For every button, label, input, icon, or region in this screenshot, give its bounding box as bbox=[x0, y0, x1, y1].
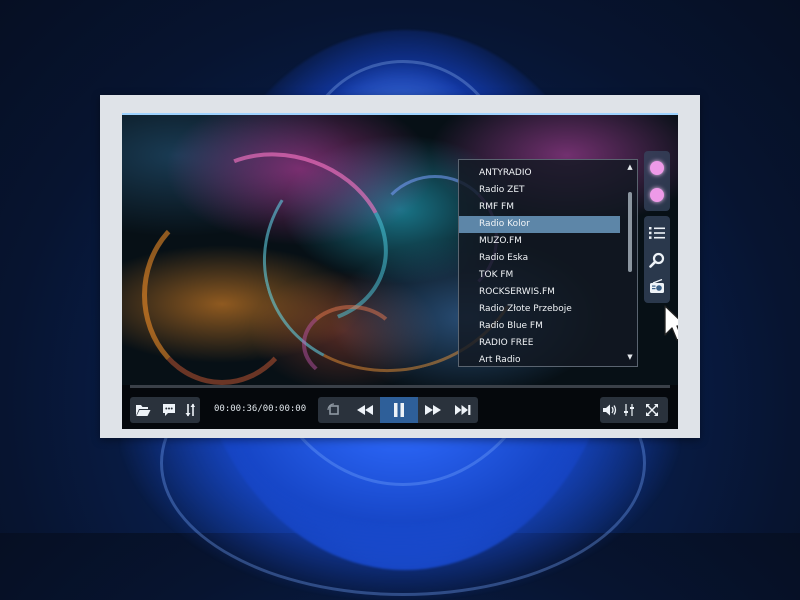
search-icon bbox=[649, 252, 665, 268]
visualization-swirl bbox=[302, 305, 400, 383]
side-dot-button[interactable] bbox=[644, 181, 670, 208]
scroll-up-icon[interactable]: ▲ bbox=[625, 162, 635, 172]
radio-button[interactable] bbox=[644, 273, 670, 300]
radio-icon bbox=[650, 279, 664, 293]
pause-icon bbox=[394, 403, 404, 417]
playlist-item[interactable]: MUZO.FM bbox=[459, 233, 620, 250]
playlist-item[interactable]: Radio Kolor bbox=[459, 216, 620, 233]
scroll-down-icon[interactable]: ▼ bbox=[625, 352, 635, 362]
side-group-bottom bbox=[644, 216, 670, 303]
audio-track-button[interactable] bbox=[182, 397, 198, 423]
pause-button[interactable] bbox=[380, 397, 418, 423]
fullscreen-icon bbox=[646, 404, 658, 416]
playlist-item[interactable]: ROCKSERWIS.FM bbox=[459, 284, 620, 301]
playlist-item[interactable]: Radio Eska bbox=[459, 250, 620, 267]
circle-icon bbox=[650, 187, 664, 202]
stop-button[interactable] bbox=[318, 397, 350, 423]
playlist-item[interactable]: Radio ZET bbox=[459, 182, 620, 199]
control-bar: 00:00:36/00:00:00 bbox=[122, 391, 678, 429]
playlist-item[interactable]: Art Radio bbox=[459, 352, 620, 369]
file-controls bbox=[130, 397, 200, 423]
playlist-button[interactable] bbox=[644, 219, 670, 246]
playlist-icon bbox=[649, 226, 665, 239]
playlist-scrollbar[interactable]: ▲ ▼ bbox=[625, 162, 635, 362]
scrollbar-thumb[interactable] bbox=[628, 192, 632, 272]
visualization-swirl bbox=[142, 205, 302, 385]
side-toolbar bbox=[644, 151, 670, 308]
rewind-button[interactable] bbox=[350, 397, 380, 423]
view-controls bbox=[600, 397, 668, 423]
fullscreen-button[interactable] bbox=[638, 397, 666, 423]
side-dot-button[interactable] bbox=[644, 154, 670, 181]
time-display: 00:00:36/00:00:00 bbox=[214, 404, 307, 414]
equalizer-icon bbox=[624, 404, 634, 416]
forward-button[interactable] bbox=[418, 397, 448, 423]
rewind-icon bbox=[357, 405, 373, 415]
circle-icon bbox=[650, 160, 664, 175]
playlist-item[interactable]: RMF FM bbox=[459, 199, 620, 216]
playlist-panel: ANTYRADIO Radio ZET RMF FM Radio Kolor M… bbox=[458, 159, 638, 367]
open-file-button[interactable] bbox=[130, 397, 156, 423]
equalizer-button[interactable] bbox=[620, 397, 638, 423]
playback-controls bbox=[318, 397, 478, 423]
folder-open-icon bbox=[136, 404, 151, 416]
audio-track-icon bbox=[185, 403, 195, 417]
subtitles-icon bbox=[163, 404, 175, 416]
playlist-item[interactable]: ANTYRADIO bbox=[459, 165, 620, 182]
next-track-icon bbox=[455, 405, 471, 415]
media-player-window: ANTYRADIO Radio ZET RMF FM Radio Kolor M… bbox=[122, 113, 678, 429]
mouse-cursor-icon bbox=[664, 305, 678, 347]
stop-icon bbox=[327, 403, 339, 415]
playlist-list: ANTYRADIO Radio ZET RMF FM Radio Kolor M… bbox=[459, 165, 620, 369]
playlist-item[interactable]: TOK FM bbox=[459, 267, 620, 284]
side-group-top bbox=[644, 151, 670, 211]
playlist-item[interactable]: Radio Blue FM bbox=[459, 318, 620, 335]
subtitles-button[interactable] bbox=[156, 397, 182, 423]
playlist-item[interactable]: Radio Złote Przeboje bbox=[459, 301, 620, 318]
volume-button[interactable] bbox=[600, 397, 620, 423]
playlist-item[interactable]: RADIO FREE bbox=[459, 335, 620, 352]
search-button[interactable] bbox=[644, 246, 670, 273]
next-track-button[interactable] bbox=[448, 397, 478, 423]
volume-icon bbox=[603, 404, 617, 416]
seek-bar[interactable] bbox=[130, 385, 670, 388]
fast-forward-icon bbox=[425, 405, 441, 415]
